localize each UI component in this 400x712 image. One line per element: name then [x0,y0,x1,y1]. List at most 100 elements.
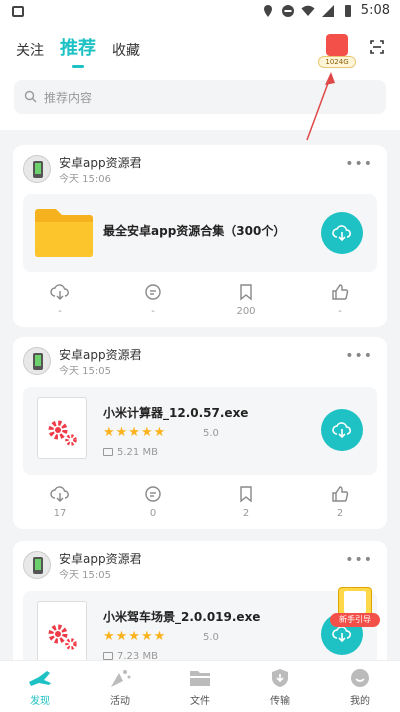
more-options-icon[interactable]: ••• [345,553,373,567]
file-name[interactable]: 小米计算器_12.0.57.exe [103,404,248,421]
rating-value: 5.0 [203,428,219,439]
gear-icon [48,624,77,650]
folder-icon [190,671,210,686]
active-tab-indicator [72,65,84,68]
nav-label: 活动 [110,696,130,707]
folder-icon [35,209,93,257]
thumbs-up-icon [332,486,349,502]
nav-discover[interactable]: 发现 [15,667,65,707]
bookmark-action[interactable]: 200 [226,283,266,317]
bookmark-action[interactable]: 2 [226,485,266,519]
guide-label: 新手引导 [330,613,380,627]
download-action[interactable]: - [40,283,80,317]
tab-recommend[interactable]: 推荐 [60,34,96,68]
tab-favorites[interactable]: 收藏 [112,40,140,60]
battery-icon [344,4,351,17]
nav-transfer[interactable]: 传输 [255,667,305,707]
tab-follow[interactable]: 关注 [16,40,44,60]
star-rating: ★★★★★ [103,629,167,644]
post-actions: - - 200 - [13,283,387,323]
like-action[interactable]: - [320,283,360,317]
beginner-guide-button[interactable]: 新手引导 [330,587,380,633]
tab-recommend-label: 推荐 [60,38,96,59]
search-icon [24,90,37,103]
dnd-icon [281,4,294,17]
avatar[interactable] [23,551,51,579]
more-options-icon[interactable]: ••• [345,157,373,171]
transfer-icon [272,669,288,687]
exe-file-icon [37,601,87,663]
post-time: 今天 15:06 [59,174,111,185]
cloud-download-icon [332,422,352,439]
download-count: 17 [53,508,67,519]
download-action[interactable]: 17 [40,485,80,519]
thumbs-up-icon [332,284,349,300]
profile-icon [351,669,369,687]
post-card[interactable]: 安卓app资源君 今天 15:06 ••• 最全安卓app资源合集（300个） … [13,145,387,327]
nav-label: 我的 [350,696,370,707]
exe-file-icon [37,397,87,459]
like-action[interactable]: 2 [320,485,360,519]
bottom-nav: 发现 活动 文件 传输 我的 [0,660,400,712]
more-options-icon[interactable]: ••• [345,349,373,363]
signal-icon [321,4,334,17]
gift-bonus-button[interactable]: 1024G [318,34,356,70]
gift-badge: 1024G [318,56,356,68]
comment-action[interactable]: 0 [133,485,173,519]
status-bar: 5:08 [0,0,400,24]
download-icon [50,486,69,502]
post-time: 今天 15:05 [59,570,111,581]
nav-activity[interactable]: 活动 [95,667,145,707]
nav-profile[interactable]: 我的 [335,667,385,707]
comment-count: - [151,306,155,317]
header: 关注 推荐 收藏 1024G 推荐内容 [0,24,400,130]
search-placeholder: 推荐内容 [44,91,93,105]
file-size: 5.21 MB [103,447,158,458]
nav-label: 文件 [190,696,210,707]
gift-box-icon [326,34,348,56]
author-name[interactable]: 安卓app资源君 [59,154,142,171]
wifi-icon [301,5,315,16]
bookmark-icon [240,486,252,503]
like-count: 2 [336,508,344,519]
rating-value: 5.0 [203,632,219,643]
bookmark-count: 2 [242,508,250,519]
nav-label: 发现 [30,696,50,707]
post-actions: 17 0 2 2 [13,485,387,525]
download-button[interactable] [321,409,363,451]
file-name[interactable]: 最全安卓app资源合集（300个） [103,222,285,239]
bookmark-icon [240,284,252,301]
file-name[interactable]: 小米驾车场景_2.0.019.exe [103,608,260,625]
size-icon [103,448,113,456]
download-count: - [58,306,62,317]
post-card[interactable]: 安卓app资源君 今天 15:05 ••• 小米计算器_12.0.57.exe … [13,337,387,529]
comment-action[interactable]: - [133,283,173,317]
location-icon [263,4,272,17]
avatar[interactable] [23,155,51,183]
file-block[interactable]: 小米驾车场景_2.0.019.exe ★★★★★ 5.0 7.23 MB [23,591,377,671]
author-name[interactable]: 安卓app资源君 [59,550,142,567]
comment-icon [145,284,161,300]
status-icons: 5:08 [261,3,390,18]
gear-icon [48,420,77,446]
file-block[interactable]: 小米计算器_12.0.57.exe ★★★★★ 5.0 5.21 MB [23,387,377,475]
star-rating: ★★★★★ [103,425,167,440]
gallery-notification-icon [12,6,24,17]
nav-label: 传输 [270,696,290,707]
top-tabs: 关注 推荐 收藏 [16,34,140,68]
author-name[interactable]: 安卓app资源君 [59,346,142,363]
comment-icon [145,486,161,502]
like-count: - [338,306,342,317]
comment-count: 0 [149,508,157,519]
size-icon [103,652,113,660]
post-time: 今天 15:05 [59,366,111,377]
avatar[interactable] [23,347,51,375]
bookmark-count: 200 [236,306,256,317]
scan-icon[interactable] [370,40,384,54]
file-block[interactable]: 最全安卓app资源合集（300个） [23,194,377,272]
activity-icon [111,670,131,687]
nav-files[interactable]: 文件 [175,667,225,707]
download-button[interactable] [321,212,363,254]
search-bar[interactable]: 推荐内容 [14,80,386,114]
discover-icon [29,671,51,686]
